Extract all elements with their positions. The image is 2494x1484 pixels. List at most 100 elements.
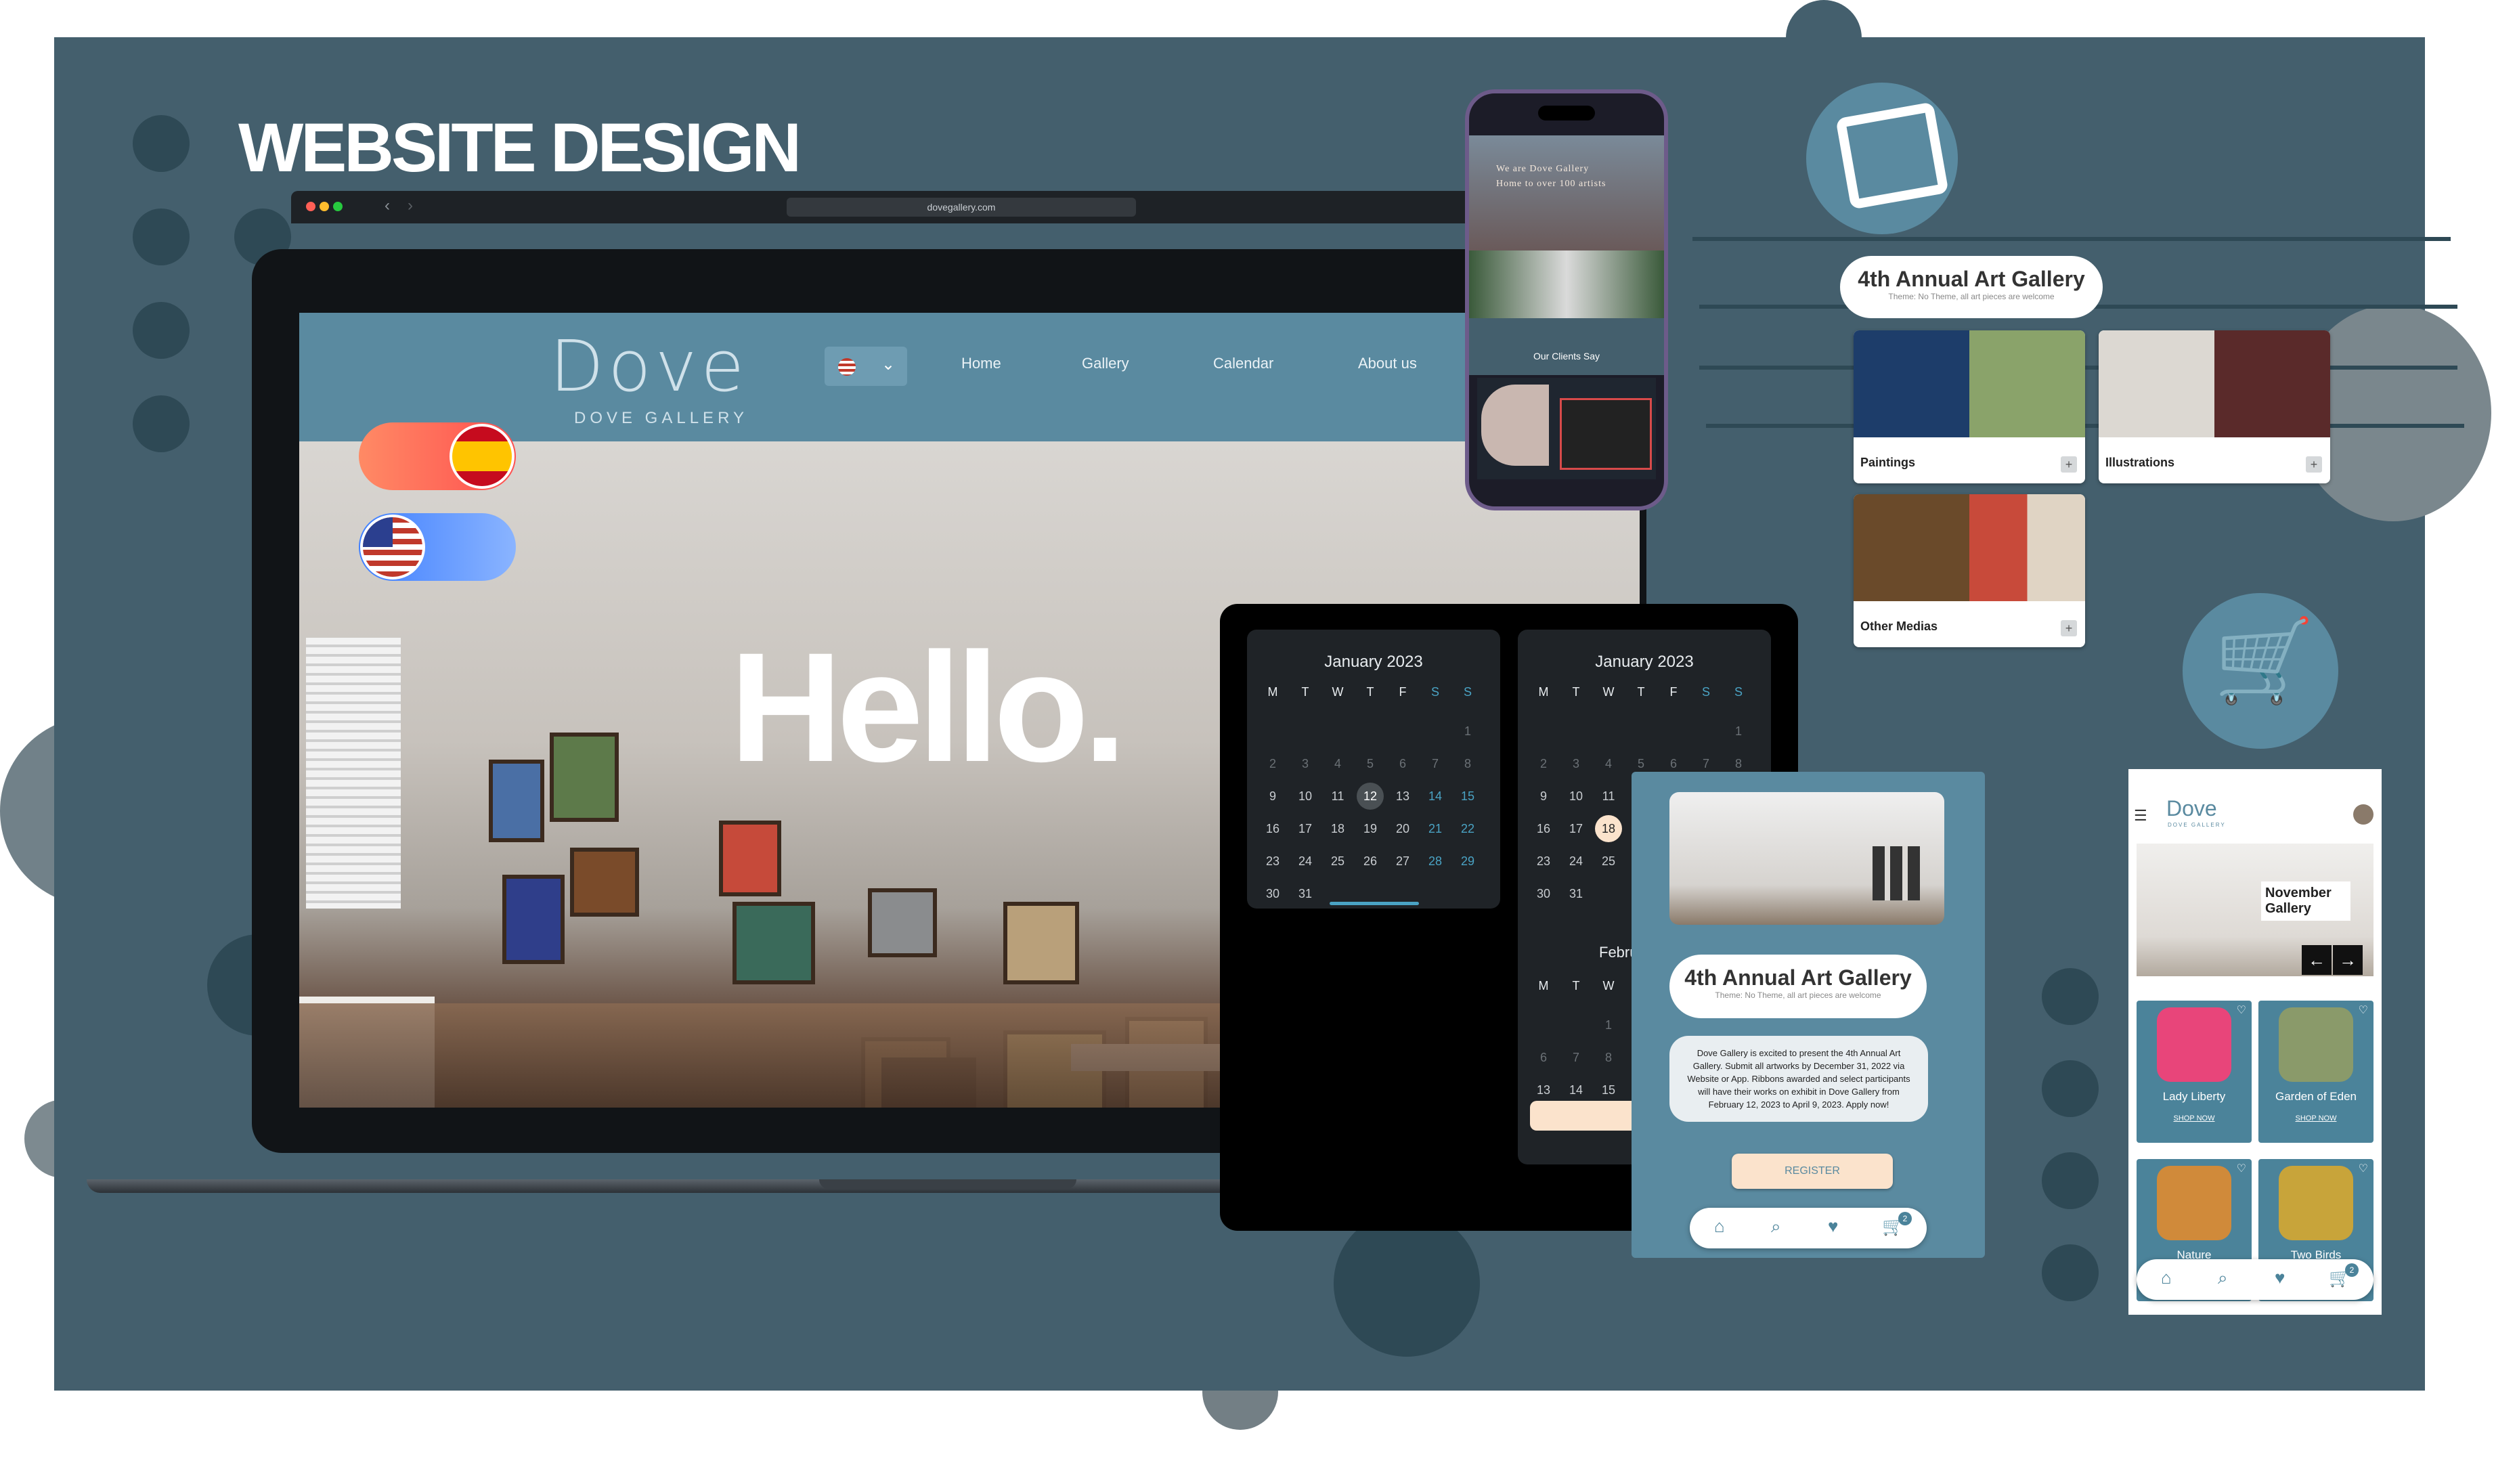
weekday-label: T	[1366, 685, 1374, 699]
calendar-day[interactable]: 16	[1527, 815, 1560, 842]
calendar-day[interactable]: 19	[1354, 815, 1386, 842]
category-card-other-medias[interactable]: Other Medias +	[1854, 494, 2085, 647]
nav-gallery[interactable]: Gallery	[1082, 355, 1129, 372]
minimize-window-button[interactable]	[320, 202, 329, 211]
calendar-day[interactable]: 14	[1419, 783, 1451, 810]
gallery-pill-title: 4th Annual Art Gallery	[1858, 267, 2085, 291]
calendar-day[interactable]: 30	[1256, 880, 1289, 907]
calendar-day[interactable]: 10	[1560, 783, 1592, 810]
shop-now-link[interactable]: SHOP NOW	[2258, 1114, 2373, 1122]
calendar-day[interactable]: 22	[1451, 815, 1484, 842]
calendar-day[interactable]: 15	[1592, 1076, 1625, 1104]
category-card-paintings[interactable]: Paintings +	[1854, 330, 2085, 483]
back-arrow-icon[interactable]: ‹	[385, 196, 390, 215]
phone-hero-line2: Home to over 100 artists	[1496, 179, 1606, 189]
calendar-day[interactable]: 31	[1560, 880, 1592, 907]
mobile-logo[interactable]: Dove	[2166, 796, 2217, 821]
calendar-day[interactable]: 4	[1321, 750, 1354, 777]
heart-icon[interactable]: ♡	[2237, 1162, 2246, 1175]
hero-heading: Hello.	[730, 620, 1126, 794]
hamburger-menu-icon[interactable]: ☰	[2134, 807, 2147, 825]
calendar-day[interactable]: 24	[1560, 848, 1592, 875]
calendar-day[interactable]: 3	[1560, 750, 1592, 777]
calendar-day[interactable]: 11	[1592, 783, 1625, 810]
calendar-day[interactable]: 6	[1386, 750, 1419, 777]
calendar-day[interactable]: 7	[1419, 750, 1451, 777]
calendar-day[interactable]: 7	[1560, 1044, 1592, 1071]
decor-circle	[2042, 1244, 2099, 1301]
home-icon[interactable]: ⌂	[1714, 1216, 1725, 1237]
calendar-day[interactable]: 18	[1321, 815, 1354, 842]
product-card-garden-of-eden[interactable]: ♡ Garden of Eden SHOP NOW	[2258, 1001, 2373, 1143]
calendar-day[interactable]: 8	[1592, 1044, 1625, 1071]
calendar-day[interactable]: 24	[1289, 848, 1321, 875]
calendar-day[interactable]: 21	[1419, 815, 1451, 842]
language-selector[interactable]: ⌄	[825, 347, 907, 386]
calendar-day[interactable]: 30	[1527, 880, 1560, 907]
close-window-button[interactable]	[306, 202, 315, 211]
add-icon[interactable]: +	[2061, 456, 2077, 473]
heart-icon[interactable]: ♡	[2359, 1003, 2368, 1017]
calendar-day[interactable]: 26	[1354, 848, 1386, 875]
search-icon[interactable]: ⌕	[1771, 1216, 1781, 1238]
calendar-day[interactable]: 27	[1386, 848, 1419, 875]
calendar-day[interactable]: 4	[1592, 750, 1625, 777]
heart-icon[interactable]: ♥	[2275, 1267, 2285, 1288]
product-card-lady-liberty[interactable]: ♡ Lady Liberty SHOP NOW	[2137, 1001, 2252, 1143]
calendar-day[interactable]: 13	[1527, 1076, 1560, 1104]
home-icon[interactable]: ⌂	[2161, 1267, 2172, 1288]
calendar-day[interactable]: 12	[1357, 783, 1384, 810]
category-card-illustrations[interactable]: Illustrations +	[2099, 330, 2330, 483]
heart-icon[interactable]: ♥	[1828, 1216, 1838, 1237]
spanish-toggle[interactable]	[359, 422, 516, 490]
calendar-day[interactable]: 9	[1527, 783, 1560, 810]
search-icon[interactable]: ⌕	[2218, 1267, 2228, 1289]
address-bar[interactable]: dovegallery.com	[787, 198, 1136, 217]
prev-arrow-button[interactable]: ←	[2302, 945, 2332, 975]
calendar-day[interactable]: 9	[1256, 783, 1289, 810]
calendar-day[interactable]: 18	[1595, 815, 1622, 842]
calendar-day[interactable]: 1	[1722, 718, 1755, 745]
calendar-day[interactable]: 2	[1527, 750, 1560, 777]
calendar-day[interactable]: 14	[1560, 1076, 1592, 1104]
calendar-day[interactable]: 23	[1527, 848, 1560, 875]
window-blinds	[306, 638, 401, 909]
calendar-day[interactable]: 25	[1321, 848, 1354, 875]
avatar[interactable]	[2353, 804, 2373, 825]
site-logo[interactable]: Dove	[550, 325, 748, 408]
maximize-window-button[interactable]	[333, 202, 343, 211]
nav-calendar[interactable]: Calendar	[1213, 355, 1273, 372]
calendar-day[interactable]: 16	[1256, 815, 1289, 842]
calendar-day[interactable]: 31	[1289, 880, 1321, 907]
add-icon[interactable]: +	[2061, 620, 2077, 636]
calendar-day[interactable]: 29	[1451, 848, 1484, 875]
calendar-day[interactable]: 28	[1419, 848, 1451, 875]
calendar-day[interactable]: 8	[1451, 750, 1484, 777]
calendar-day[interactable]: 17	[1560, 815, 1592, 842]
calendar-day[interactable]: 15	[1451, 783, 1484, 810]
calendar-day[interactable]: 13	[1386, 783, 1419, 810]
register-button[interactable]: REGISTER	[1732, 1154, 1893, 1189]
next-arrow-button[interactable]: →	[2333, 945, 2363, 975]
calendar-day[interactable]: 20	[1386, 815, 1419, 842]
calendar-day[interactable]: 25	[1592, 848, 1625, 875]
calendar-day[interactable]: 6	[1527, 1044, 1560, 1071]
calendar-day[interactable]: 1	[1592, 1011, 1625, 1039]
calendar-day[interactable]: 5	[1354, 750, 1386, 777]
calendar-day[interactable]: 1	[1451, 718, 1484, 745]
calendar-day[interactable]: 17	[1289, 815, 1321, 842]
forward-arrow-icon[interactable]: ›	[408, 196, 413, 215]
calendar-day[interactable]: 10	[1289, 783, 1321, 810]
calendar-day[interactable]: 11	[1321, 783, 1354, 810]
nav-home[interactable]: Home	[961, 355, 1001, 372]
heart-icon[interactable]: ♡	[2237, 1003, 2246, 1017]
calendar-day[interactable]: 23	[1256, 848, 1289, 875]
add-icon[interactable]: +	[2306, 456, 2322, 473]
calendar-day[interactable]: 2	[1256, 750, 1289, 777]
heart-icon[interactable]: ♡	[2359, 1162, 2368, 1175]
nav-about-us[interactable]: About us	[1358, 355, 1417, 372]
calendar-scroll-indicator	[1330, 902, 1419, 905]
shop-now-link[interactable]: SHOP NOW	[2137, 1114, 2252, 1122]
calendar-day[interactable]: 3	[1289, 750, 1321, 777]
english-toggle[interactable]	[359, 513, 516, 581]
